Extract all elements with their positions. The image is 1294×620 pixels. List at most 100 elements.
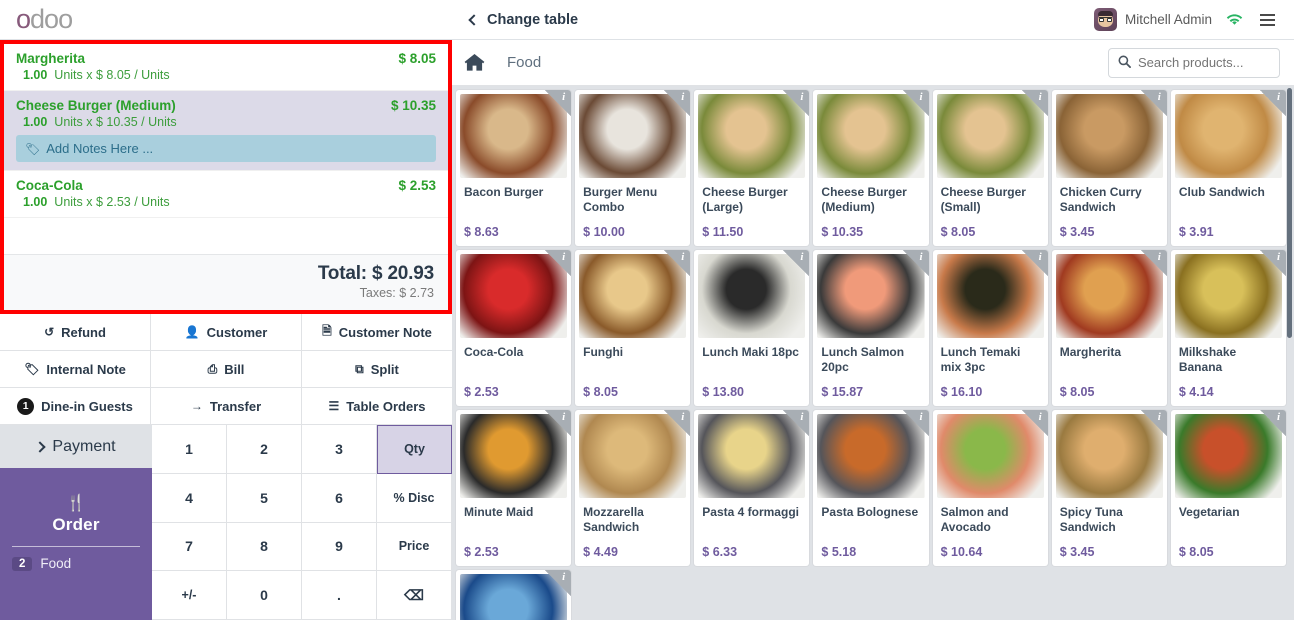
internal-note-icon: 🏷 bbox=[24, 362, 40, 376]
action-button-customer[interactable]: 👤 Customer bbox=[151, 314, 302, 351]
odoo-logo[interactable]: odoo bbox=[16, 6, 73, 33]
product-image-wrap: i bbox=[694, 410, 810, 498]
product-name: Bacon Burger bbox=[464, 185, 544, 199]
product-card[interactable]: i bbox=[456, 570, 572, 620]
product-card[interactable]: i Lunch Maki 18pc $ 13.80 bbox=[694, 250, 810, 406]
numpad-key-qty[interactable]: Qty bbox=[377, 425, 452, 474]
product-info-icon[interactable]: i bbox=[1140, 90, 1167, 116]
search-input[interactable] bbox=[1138, 55, 1270, 70]
product-info-icon[interactable]: i bbox=[545, 250, 572, 276]
numpad-key-0[interactable]: 0 bbox=[227, 571, 302, 620]
hamburger-menu-icon[interactable] bbox=[1257, 11, 1278, 29]
products-scrollbar-thumb[interactable] bbox=[1287, 88, 1292, 338]
numpad-key-[interactable]: +/- bbox=[152, 571, 227, 620]
order-category-item[interactable]: 2 Food bbox=[12, 556, 140, 571]
order-line[interactable]: Margherita $ 8.05 1.00 Units x $ 8.05 / Un… bbox=[4, 44, 448, 91]
numpad-key-disc[interactable]: % Disc bbox=[377, 473, 452, 523]
numpad-key-[interactable]: ⌫ bbox=[377, 571, 452, 620]
product-info-icon[interactable]: i bbox=[1140, 410, 1167, 436]
order-line-note[interactable]: 🏷 Add Notes Here ... bbox=[16, 135, 436, 162]
numpad-key-7[interactable]: 7 bbox=[152, 522, 227, 572]
payment-button[interactable]: Payment bbox=[0, 425, 152, 468]
product-info-icon[interactable]: i bbox=[902, 250, 929, 276]
product-name: Lunch Salmon 20pc bbox=[821, 345, 905, 374]
numpad-key-[interactable]: . bbox=[302, 571, 377, 620]
action-button-refund[interactable]: ↺ Refund bbox=[0, 314, 151, 351]
product-card[interactable]: i Lunch Salmon 20pc $ 15.87 bbox=[813, 250, 929, 406]
user-menu[interactable]: Mitchell Admin bbox=[1093, 8, 1212, 31]
product-info-icon[interactable]: i bbox=[902, 410, 929, 436]
product-card[interactable]: i Cheese Burger (Large) $ 11.50 bbox=[694, 90, 810, 246]
product-card[interactable]: i Cheese Burger (Medium) $ 10.35 bbox=[813, 90, 929, 246]
order-line[interactable]: Coca-Cola $ 2.53 1.00 Units x $ 2.53 / Uni… bbox=[4, 171, 448, 218]
product-card[interactable]: i Mozzarella Sandwich $ 4.49 bbox=[575, 410, 691, 566]
product-info-icon[interactable]: i bbox=[545, 410, 572, 436]
product-card[interactable]: i Funghi $ 8.05 bbox=[575, 250, 691, 406]
product-info-icon[interactable]: i bbox=[664, 410, 691, 436]
product-info-icon[interactable]: i bbox=[1140, 250, 1167, 276]
product-info-icon[interactable]: i bbox=[902, 90, 929, 116]
product-image-wrap: i bbox=[813, 250, 929, 338]
product-info-icon[interactable]: i bbox=[1260, 250, 1286, 276]
order-line[interactable]: Cheese Burger (Medium) $ 10.35 1.00 Units … bbox=[4, 91, 448, 171]
product-name: Pasta 4 formaggi bbox=[702, 505, 799, 519]
product-info-icon[interactable]: i bbox=[783, 250, 810, 276]
product-card[interactable]: i Vegetarian $ 8.05 bbox=[1170, 410, 1286, 566]
action-button-transfer[interactable]: → Transfer bbox=[151, 388, 302, 425]
numpad-key-4[interactable]: 4 bbox=[152, 473, 227, 523]
product-card[interactable]: i Coca-Cola $ 2.53 bbox=[456, 250, 572, 406]
product-info-icon[interactable]: i bbox=[664, 250, 691, 276]
product-price: $ 8.05 bbox=[1178, 545, 1214, 559]
product-card[interactable]: i Spicy Tuna Sandwich $ 3.45 bbox=[1051, 410, 1167, 566]
numpad-key-1[interactable]: 1 bbox=[152, 425, 227, 474]
product-card[interactable]: i Chicken Curry Sandwich $ 3.45 bbox=[1051, 90, 1167, 246]
home-icon[interactable] bbox=[464, 53, 485, 72]
product-info-icon[interactable]: i bbox=[1260, 90, 1286, 116]
numpad-key-2[interactable]: 2 bbox=[227, 425, 302, 474]
numpad-key-9[interactable]: 9 bbox=[302, 522, 377, 572]
product-info-icon[interactable]: i bbox=[783, 90, 810, 116]
numpad-key-8[interactable]: 8 bbox=[227, 522, 302, 572]
action-button-table-orders[interactable]: ☰ Table Orders bbox=[302, 388, 452, 425]
numpad-key-3[interactable]: 3 bbox=[302, 425, 377, 474]
product-card[interactable]: i Margherita $ 8.05 bbox=[1051, 250, 1167, 406]
product-card[interactable]: i Pasta Bolognese $ 5.18 bbox=[813, 410, 929, 566]
product-info-icon[interactable]: i bbox=[1260, 410, 1286, 436]
action-button-internal-note[interactable]: 🏷 Internal Note bbox=[0, 351, 151, 388]
product-info-icon[interactable]: i bbox=[545, 570, 572, 596]
search-box[interactable] bbox=[1108, 47, 1280, 78]
product-info-icon[interactable]: i bbox=[1021, 410, 1048, 436]
product-price: $ 2.53 bbox=[464, 545, 499, 559]
product-info-icon[interactable]: i bbox=[783, 410, 810, 436]
action-button-dine-in-guests[interactable]: 1 Dine-in Guests bbox=[0, 388, 151, 425]
products-scrollbar-track[interactable] bbox=[1287, 86, 1293, 620]
product-info-icon[interactable]: i bbox=[1021, 90, 1048, 116]
numpad-key-6[interactable]: 6 bbox=[302, 473, 377, 523]
product-image-wrap: i bbox=[1052, 250, 1167, 338]
product-card[interactable]: i Pasta 4 formaggi $ 6.33 bbox=[694, 410, 810, 566]
change-table-button[interactable]: Change table bbox=[468, 12, 578, 28]
product-info-icon[interactable]: i bbox=[1021, 250, 1048, 276]
order-panel-title: Order bbox=[52, 515, 100, 534]
product-card[interactable]: i Milkshake Banana $ 4.14 bbox=[1170, 250, 1286, 406]
product-card[interactable]: i Salmon and Avocado $ 10.64 bbox=[932, 410, 1048, 566]
product-card[interactable]: i Burger Menu Combo $ 10.00 bbox=[575, 90, 691, 246]
product-info-icon[interactable]: i bbox=[545, 90, 572, 116]
numpad-key-price[interactable]: Price bbox=[377, 522, 452, 572]
numpad-key-5[interactable]: 5 bbox=[227, 473, 302, 523]
action-button-customer-note[interactable]: 🗎 Customer Note bbox=[302, 314, 452, 351]
product-image-wrap: i bbox=[813, 90, 929, 178]
product-card[interactable]: i Lunch Temaki mix 3pc $ 16.10 bbox=[932, 250, 1048, 406]
product-card[interactable]: i Cheese Burger (Small) $ 8.05 bbox=[932, 90, 1048, 246]
product-info-icon[interactable]: i bbox=[664, 90, 691, 116]
product-card[interactable]: i Club Sandwich $ 3.91 bbox=[1170, 90, 1286, 246]
action-button-split[interactable]: ⧉ Split bbox=[302, 351, 452, 388]
action-button-label: Dine-in Guests bbox=[41, 398, 133, 414]
wifi-icon[interactable] bbox=[1226, 13, 1243, 26]
order-line-price: $ 8.05 bbox=[398, 51, 436, 66]
product-card[interactable]: i Minute Maid $ 2.53 bbox=[456, 410, 572, 566]
username-label: Mitchell Admin bbox=[1124, 12, 1212, 27]
product-card[interactable]: i Bacon Burger $ 8.63 bbox=[456, 90, 572, 246]
category-label: Food bbox=[40, 556, 72, 571]
action-button-bill[interactable]: ⎙ Bill bbox=[151, 351, 302, 388]
